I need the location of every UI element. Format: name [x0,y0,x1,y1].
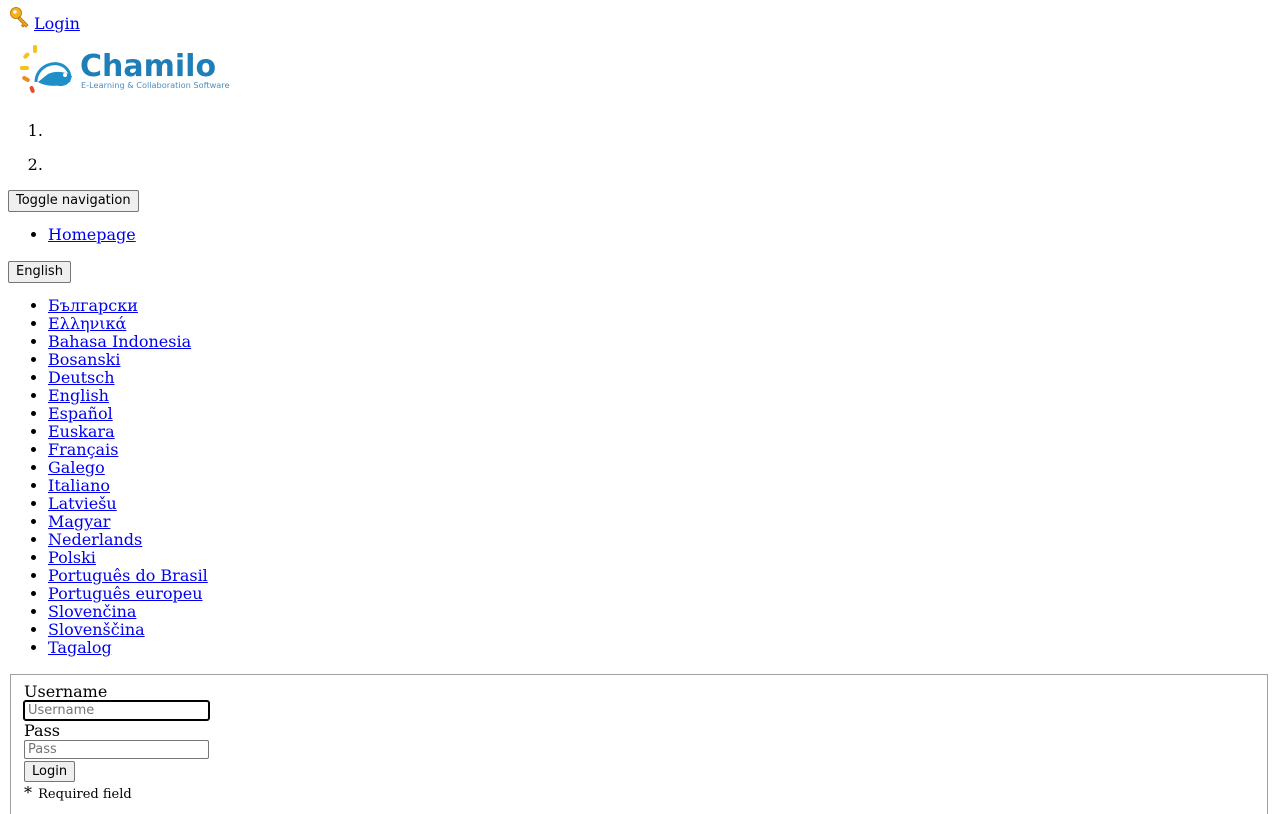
language-link[interactable]: Euskara [48,422,115,441]
language-link[interactable]: Polski [48,548,96,567]
language-list: Български Ελληνικά Bahasa Indonesia Bosa… [0,297,208,657]
language-link[interactable]: Français [48,440,118,459]
top-login: Login [8,6,80,32]
language-item: Español [48,405,208,423]
language-item: Tagalog [48,639,208,657]
steps-list [0,122,48,190]
language-link[interactable]: Latviešu [48,494,117,513]
language-item: Deutsch [48,369,208,387]
language-item: Français [48,441,208,459]
language-link[interactable]: Bahasa Indonesia [48,332,191,351]
language-link[interactable]: Deutsch [48,368,115,387]
homepage-link[interactable]: Homepage [48,225,136,244]
language-link[interactable]: Български [48,296,138,315]
chamilo-logo[interactable]: Chamilo E-Learning & Collaboration Softw… [18,42,242,96]
language-link[interactable]: Italiano [48,476,110,495]
language-link[interactable]: Español [48,404,113,423]
language-item: English [48,387,208,405]
username-label: Username [24,682,108,701]
login-submit-button[interactable]: Login [24,761,76,782]
username-input[interactable] [23,700,210,721]
logo-wordmark: Chamilo [80,49,216,84]
language-link[interactable]: Galego [48,458,105,477]
key-icon [8,6,32,30]
language-link[interactable]: Ελληνικά [48,314,126,333]
language-item: Magyar [48,513,208,531]
language-link[interactable]: English [48,386,109,405]
required-field-note: * Required field [24,785,1254,803]
language-item: Ελληνικά [48,315,208,333]
password-input[interactable] [24,740,209,759]
language-link[interactable]: Português europeu [48,584,203,603]
language-item: Italiano [48,477,208,495]
language-item: Slovenščina [48,621,208,639]
language-link[interactable]: Bosanski [48,350,120,369]
language-button[interactable]: English [8,261,71,283]
language-item: Slovenčina [48,603,208,621]
language-link[interactable]: Slovenščina [48,620,145,639]
language-link[interactable]: Nederlands [48,530,142,549]
main-nav: Homepage [0,226,136,244]
language-item: Български [48,297,208,315]
language-link[interactable]: Magyar [48,512,110,531]
language-item: Nederlands [48,531,208,549]
required-star: * [24,783,32,802]
language-item: Polski [48,549,208,567]
language-item: Português do Brasil [48,567,208,585]
login-form: Username Pass Login * Required field [10,674,1268,814]
language-item: Euskara [48,423,208,441]
logo-tagline: E-Learning & Collaboration Software [81,80,230,90]
language-item: Bahasa Indonesia [48,333,208,351]
language-link[interactable]: Slovenčina [48,602,136,621]
language-item: Português europeu [48,585,208,603]
language-item: Galego [48,459,208,477]
language-item: Bosanski [48,351,208,369]
language-link[interactable]: Tagalog [48,638,112,657]
language-item: Latviešu [48,495,208,513]
nav-item-homepage: Homepage [48,226,136,244]
login-link[interactable]: Login [34,16,80,32]
language-link[interactable]: Português do Brasil [48,566,208,585]
pass-label: Pass [24,721,61,740]
toggle-navigation-button[interactable]: Toggle navigation [8,190,139,212]
